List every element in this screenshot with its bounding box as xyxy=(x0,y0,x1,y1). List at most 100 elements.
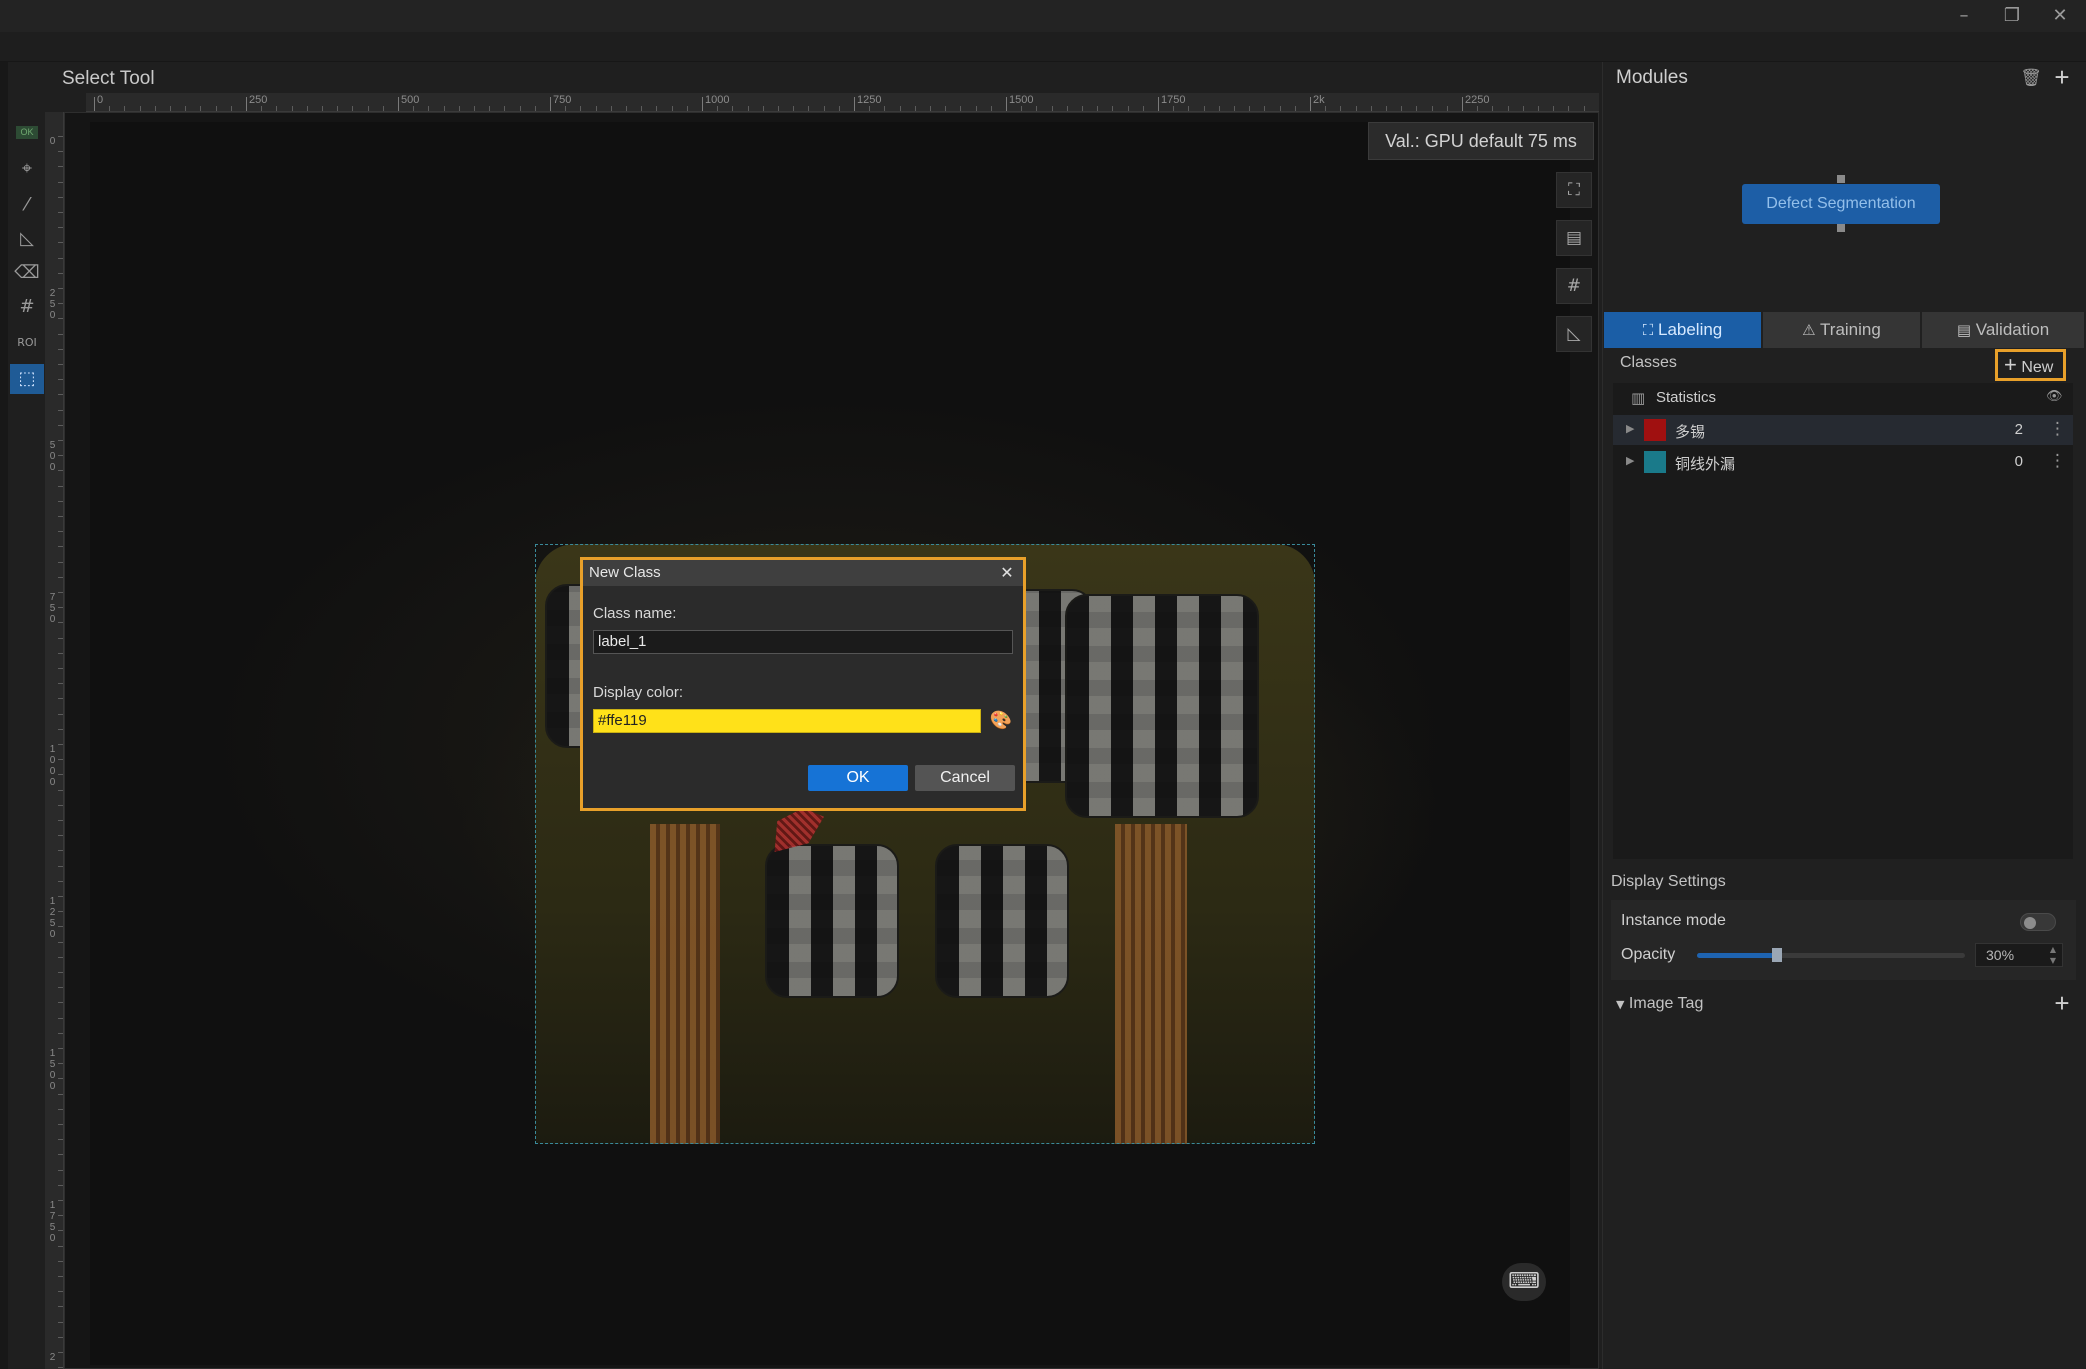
image-tag-label: Image Tag xyxy=(1628,995,1704,1012)
cancel-button[interactable]: Cancel xyxy=(915,765,1015,791)
class-name-input[interactable]: label_1 xyxy=(593,630,1013,654)
kebab-menu-icon[interactable]: ⋮ xyxy=(2049,419,2066,439)
ruler-label: 1750 xyxy=(1161,94,1186,106)
grid-tool[interactable]: # xyxy=(10,292,44,322)
tab-validation[interactable]: ▤ Validation xyxy=(1922,312,2084,348)
minimize-button[interactable]: – xyxy=(1944,4,1984,28)
restore-button[interactable]: ❐ xyxy=(1992,4,2032,28)
ok-status-badge: OK xyxy=(16,126,38,139)
ruler-major-tick xyxy=(702,97,703,111)
ruler-label: 750 xyxy=(49,592,56,625)
polygon-tool[interactable]: ⌖ xyxy=(10,154,44,184)
collapse-arrow-icon: ▼ xyxy=(1616,998,1625,1011)
modules-title: Modules xyxy=(1616,67,1688,88)
class-name: 多锡 xyxy=(1675,424,1706,441)
ruler-label: 1250 xyxy=(857,94,882,106)
ruler-label: 1250 xyxy=(49,896,56,940)
ruler-label: 0 xyxy=(49,136,56,147)
ruler-label: 1000 xyxy=(49,744,56,788)
ruler-major-tick xyxy=(1006,97,1007,111)
keyboard-shortcuts-button[interactable]: ⌨ xyxy=(1502,1263,1546,1301)
new-class-button[interactable]: + New xyxy=(1995,349,2066,381)
ruler-label: 1000 xyxy=(705,94,730,106)
class-name-label: Class name: xyxy=(593,605,677,622)
show-roi-icon[interactable]: ◺ xyxy=(1556,316,1592,352)
ruler-tool[interactable]: ◺ xyxy=(10,224,44,254)
ruler-label: 750 xyxy=(553,94,572,106)
opacity-slider-handle[interactable] xyxy=(1772,948,1782,962)
tab-labeling[interactable]: ⛶ Labeling xyxy=(1604,312,1761,348)
eye-icon[interactable]: 👁 xyxy=(2046,389,2063,404)
instance-mode-label: Instance mode xyxy=(1621,912,1726,929)
labeling-icon: ⛶ xyxy=(1642,321,1654,339)
ruler-label: 250 xyxy=(49,288,56,321)
expand-arrow-icon[interactable]: ▶ xyxy=(1626,454,1634,467)
class-count: 0 xyxy=(2014,453,2023,470)
display-settings-title: Display Settings xyxy=(1611,873,1726,890)
close-window-button[interactable]: ✕ xyxy=(2040,4,2080,28)
class-color-swatch[interactable] xyxy=(1644,451,1666,473)
validation-badge: Val.: GPU default 75 ms xyxy=(1368,122,1594,160)
add-image-tag-icon[interactable]: + xyxy=(2050,990,2074,1016)
ruler-label: 500 xyxy=(401,94,420,106)
class-count: 2 xyxy=(2014,421,2023,438)
horizontal-ruler: 0 250 500 750 1000 1250 1500 1750 2k 2250 xyxy=(86,93,1599,112)
ruler-label: 2250 xyxy=(1465,94,1490,106)
ruler-major-tick xyxy=(94,97,95,111)
ruler-label: 2k xyxy=(1313,94,1325,106)
node-input-port xyxy=(1837,175,1845,183)
ruler-major-tick xyxy=(1158,97,1159,111)
dialog-title: New Class xyxy=(583,560,1023,586)
roi-tool[interactable]: ROI xyxy=(10,328,44,358)
ruler-major-tick xyxy=(246,97,247,111)
new-label: New xyxy=(2021,359,2054,376)
dialog-close-icon[interactable]: ✕ xyxy=(993,560,1021,586)
magic-wand-tool[interactable]: ⁄ xyxy=(10,190,44,220)
display-color-input[interactable]: #ffe119 xyxy=(593,709,981,733)
tab-label: Labeling xyxy=(1657,320,1723,339)
new-class-dialog: New Class ✕ Class name: label_1 Display … xyxy=(580,557,1026,811)
plus-icon: + xyxy=(2004,352,2017,377)
left-edge-strip xyxy=(0,62,8,1369)
trash-icon[interactable]: 🗑 xyxy=(2020,66,2042,90)
training-icon: ⚠ xyxy=(1802,321,1816,339)
defect-segmentation-node[interactable]: Defect Segmentation xyxy=(1742,184,1940,224)
ruler-label: 500 xyxy=(49,440,56,473)
ruler-label: 1500 xyxy=(49,1048,56,1092)
opacity-label: Opacity xyxy=(1621,946,1676,963)
window-titlebar xyxy=(0,0,2086,32)
class-row[interactable]: ▶ 多锡 2 ⋮ xyxy=(1613,415,2073,445)
vertical-ruler: 0 250 500 750 1000 1250 1500 1750 2 xyxy=(45,112,64,1369)
class-color-swatch[interactable] xyxy=(1644,419,1666,441)
add-module-icon[interactable]: + xyxy=(2050,64,2074,90)
class-row[interactable]: ▶ 铜线外漏 0 ⋮ xyxy=(1613,447,2073,477)
eraser-tool[interactable]: ⌫ xyxy=(10,258,44,288)
statistics-row[interactable]: ▥ Statistics 👁 xyxy=(1613,383,2073,413)
expand-arrow-icon[interactable]: ▶ xyxy=(1626,422,1634,435)
classes-label: Classes xyxy=(1620,354,1677,371)
ruler-major-tick xyxy=(1310,97,1311,111)
menu-bar xyxy=(0,32,2086,62)
node-output-port xyxy=(1837,224,1845,232)
class-name: 铜线外漏 xyxy=(1675,456,1736,473)
show-labels-icon[interactable]: ⛶ xyxy=(1556,172,1592,208)
ruler-label: 2 xyxy=(49,1352,56,1363)
ruler-label: 250 xyxy=(249,94,268,106)
kebab-menu-icon[interactable]: ⋮ xyxy=(2049,451,2066,471)
ruler-label: 1500 xyxy=(1009,94,1034,106)
statistics-label: Statistics xyxy=(1656,389,1717,406)
display-color-label: Display color: xyxy=(593,684,684,701)
show-predictions-icon[interactable]: ▤ xyxy=(1556,220,1592,256)
validation-icon: ▤ xyxy=(1956,321,1972,339)
ok-button[interactable]: OK xyxy=(808,765,908,791)
image-tag-header[interactable]: ▼ Image Tag xyxy=(1616,995,1703,1013)
tab-training[interactable]: ⚠ Training xyxy=(1763,312,1920,348)
opacity-spinner[interactable]: ▲ ▼ xyxy=(2044,944,2062,966)
statistics-icon: ▥ xyxy=(1631,389,1646,407)
ruler-label: 1750 xyxy=(49,1200,56,1244)
palette-icon[interactable]: 🎨 xyxy=(989,709,1013,733)
select-tool[interactable]: ⬚ xyxy=(10,364,44,394)
ruler-major-tick xyxy=(550,97,551,111)
show-grid-icon[interactable]: # xyxy=(1556,268,1592,304)
tool-title: Select Tool xyxy=(62,68,155,89)
